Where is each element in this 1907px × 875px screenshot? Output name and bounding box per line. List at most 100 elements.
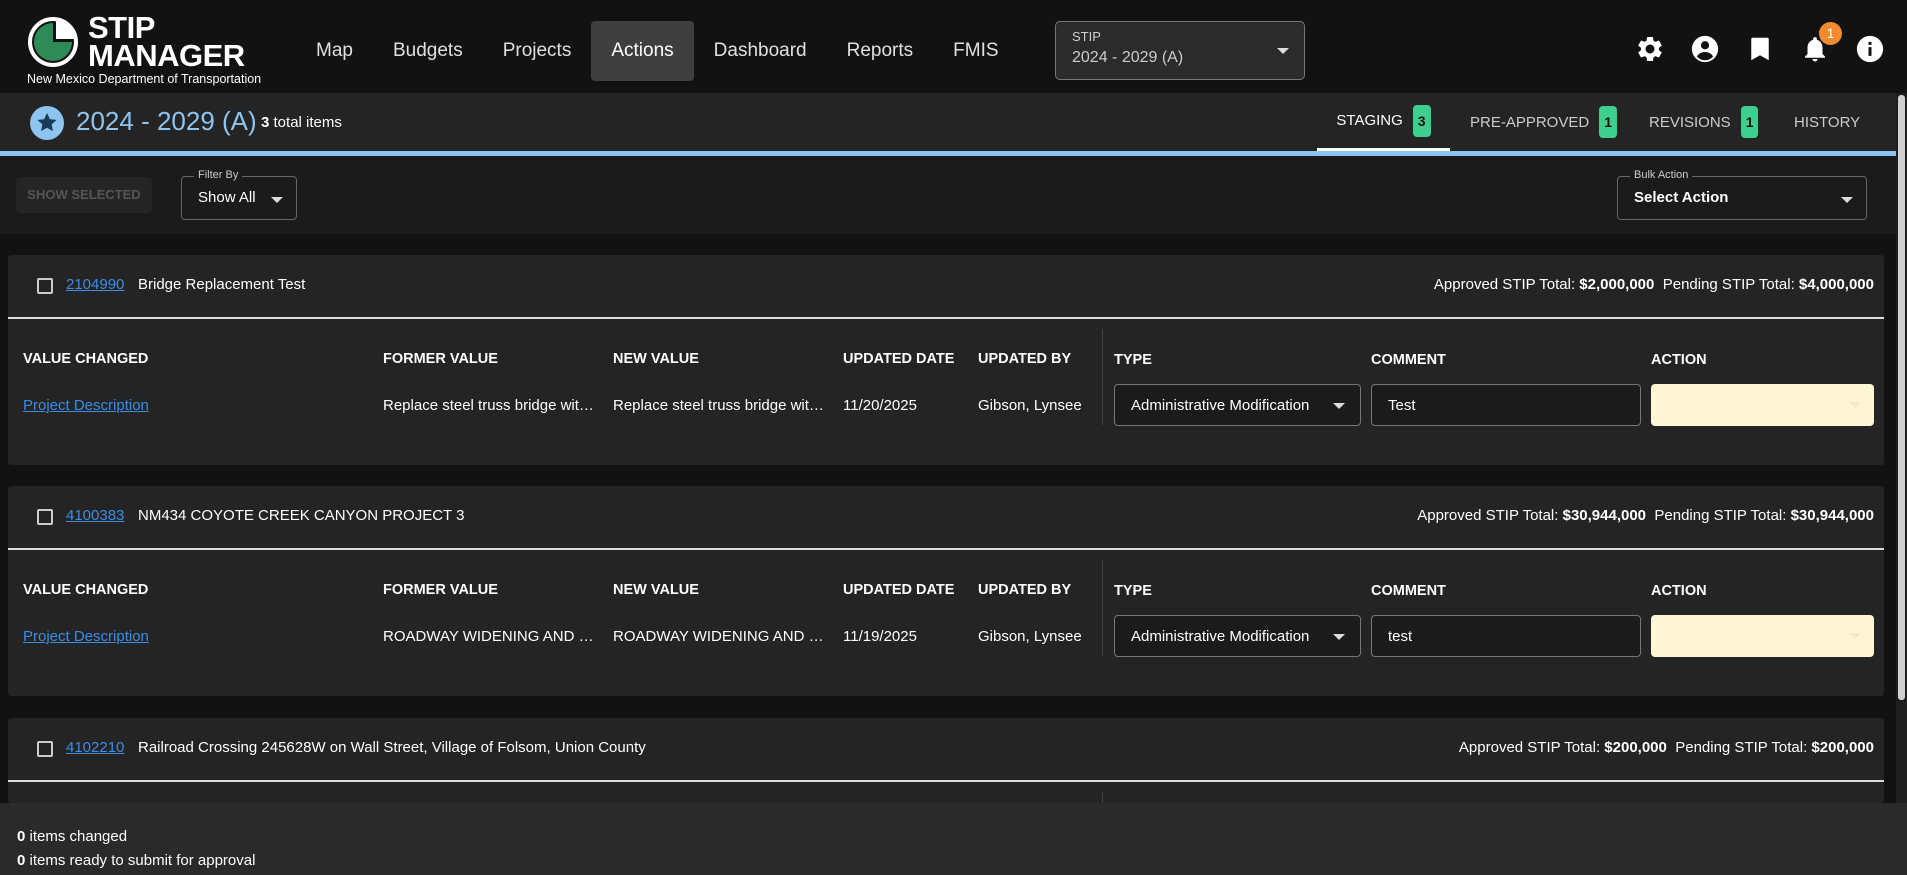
- new-value: Replace steel truss bridge wit…: [613, 397, 824, 414]
- updated-by: Gibson, Lynsee: [978, 628, 1082, 645]
- show-selected-button[interactable]: SHOW SELECTED: [16, 177, 152, 213]
- tab-revisions[interactable]: REVISIONS 1: [1649, 93, 1759, 151]
- chevron-down-icon: [1333, 403, 1345, 409]
- stip-select[interactable]: STIP 2024 - 2029 (A): [1055, 21, 1305, 80]
- chevron-down-icon: [1841, 197, 1853, 203]
- stip-heading: 2024 - 2029 (A): [76, 106, 257, 136]
- new-value: ROADWAY WIDENING AND RE…: [613, 628, 833, 645]
- status-footer: 0 items changed 0 items ready to submit …: [0, 803, 1907, 875]
- logo-subtitle: New Mexico Department of Transportation: [27, 72, 262, 86]
- nav-dashboard[interactable]: Dashboard: [694, 21, 827, 81]
- comment-input[interactable]: test: [1371, 615, 1641, 657]
- notification-count-badge: 1: [1819, 22, 1842, 45]
- updated-date: 11/19/2025: [843, 628, 917, 645]
- former-value: Replace steel truss bridge wit…: [383, 397, 594, 414]
- filter-by-select[interactable]: Filter By Show All: [181, 169, 297, 220]
- project-name: NM434 COYOTE CREEK CANYON PROJECT 3: [138, 507, 465, 524]
- project-checkbox[interactable]: [37, 741, 53, 757]
- nav-map[interactable]: Map: [296, 21, 373, 81]
- star-icon: [30, 106, 64, 140]
- nav-fmis[interactable]: FMIS: [933, 21, 1018, 81]
- col-former-value: FORMER VALUE: [383, 582, 498, 598]
- action-select[interactable]: [1651, 615, 1874, 657]
- tab-history[interactable]: HISTORY: [1794, 93, 1860, 151]
- bulk-action-select[interactable]: Bulk Action Select Action: [1617, 169, 1867, 220]
- project-card: 4102210 Railroad Crossing 245628W on Wal…: [8, 718, 1884, 803]
- gear-icon[interactable]: [1635, 34, 1665, 64]
- logo-title: STIP MANAGER: [88, 10, 245, 73]
- col-type: TYPE: [1114, 583, 1152, 599]
- account-circle-icon[interactable]: [1690, 34, 1720, 64]
- col-type: TYPE: [1114, 352, 1152, 368]
- comment-input[interactable]: Test: [1371, 384, 1641, 426]
- tab-revisions-badge: 1: [1740, 106, 1759, 138]
- updated-date: 11/20/2025: [843, 397, 917, 414]
- col-action: ACTION: [1651, 352, 1707, 368]
- type-select[interactable]: Administrative Modification: [1114, 384, 1361, 426]
- filter-by-label: Filter By: [194, 169, 243, 181]
- project-card: 2104990 Bridge Replacement Test Approved…: [8, 255, 1884, 465]
- project-id-link[interactable]: 4102210: [66, 739, 124, 756]
- project-id-link[interactable]: 2104990: [66, 276, 124, 293]
- tab-staging[interactable]: STAGING 3: [1317, 93, 1450, 151]
- card-divider: [8, 780, 1884, 782]
- nav-actions[interactable]: Actions: [591, 21, 694, 81]
- project-name: Bridge Replacement Test: [138, 276, 306, 293]
- project-totals: Approved STIP Total: $30,944,000 Pending…: [1417, 507, 1874, 524]
- value-changed-link[interactable]: Project Description: [23, 628, 149, 645]
- project-card-header: 2104990 Bridge Replacement Test Approved…: [8, 255, 1884, 317]
- card-divider: [8, 317, 1884, 319]
- bookmark-icon[interactable]: [1745, 34, 1775, 64]
- column-divider: [1102, 560, 1103, 656]
- value-changed-link[interactable]: Project Description: [23, 397, 149, 414]
- chevron-down-icon: [1277, 48, 1289, 54]
- col-comment: COMMENT: [1371, 583, 1446, 599]
- type-select-value: Administrative Modification: [1131, 397, 1310, 414]
- column-divider: [1102, 329, 1103, 425]
- bulk-action-label: Bulk Action: [1630, 169, 1693, 181]
- tab-staging-badge: 3: [1412, 104, 1431, 137]
- info-icon[interactable]: [1855, 34, 1885, 64]
- project-card-header: 4100383 NM434 COYOTE CREEK CANYON PROJEC…: [8, 486, 1884, 548]
- project-checkbox[interactable]: [37, 278, 53, 294]
- stip-select-label: STIP: [1072, 29, 1101, 44]
- project-totals: Approved STIP Total: $2,000,000 Pending …: [1433, 276, 1874, 293]
- main-nav: Map Budgets Projects Actions Dashboard R…: [296, 21, 1019, 81]
- filter-by-value: Show All: [198, 189, 256, 206]
- chevron-down-icon: [271, 197, 283, 203]
- total-items-count: 3 total items: [261, 114, 342, 131]
- col-updated-by: UPDATED BY: [978, 351, 1072, 367]
- comment-value: test: [1388, 628, 1413, 645]
- col-action: ACTION: [1651, 583, 1707, 599]
- project-checkbox[interactable]: [37, 509, 53, 525]
- project-card: 4100383 NM434 COYOTE CREEK CANYON PROJEC…: [8, 486, 1884, 696]
- logo-pie-icon: [28, 17, 78, 67]
- project-totals: Approved STIP Total: $200,000 Pending ST…: [1458, 739, 1874, 756]
- col-new-value: NEW VALUE: [613, 582, 699, 598]
- col-value-changed: VALUE CHANGED: [23, 582, 149, 598]
- items-ready-text: 0 items ready to submit for approval: [17, 852, 256, 869]
- nav-projects[interactable]: Projects: [483, 21, 592, 81]
- col-value-changed: VALUE CHANGED: [23, 351, 149, 367]
- project-card-header: 4102210 Railroad Crossing 245628W on Wal…: [8, 718, 1884, 780]
- nav-budgets[interactable]: Budgets: [373, 21, 483, 81]
- col-former-value: FORMER VALUE: [383, 351, 498, 367]
- project-id-link[interactable]: 4100383: [66, 507, 124, 524]
- former-value: ROADWAY WIDENING AND RE…: [383, 628, 603, 645]
- bulk-action-value: Select Action: [1634, 189, 1729, 206]
- action-select[interactable]: [1651, 384, 1874, 426]
- stip-select-value: 2024 - 2029 (A): [1072, 49, 1184, 66]
- chevron-down-icon: [1333, 634, 1345, 640]
- comment-value: Test: [1388, 397, 1416, 414]
- col-comment: COMMENT: [1371, 352, 1446, 368]
- items-changed-text: 0 items changed: [17, 828, 128, 845]
- tab-pre-approved[interactable]: PRE-APPROVED 1: [1470, 93, 1617, 151]
- project-name: Railroad Crossing 245628W on Wall Street…: [138, 739, 646, 756]
- type-select-value: Administrative Modification: [1131, 628, 1310, 645]
- tab-pre-approved-badge: 1: [1599, 106, 1617, 138]
- app-logo[interactable]: STIP MANAGER New Mexico Department of Tr…: [27, 10, 277, 88]
- scrollbar-thumb[interactable]: [1898, 95, 1905, 700]
- chevron-down-icon: [1849, 402, 1861, 408]
- type-select[interactable]: Administrative Modification: [1114, 615, 1361, 657]
- nav-reports[interactable]: Reports: [827, 21, 934, 81]
